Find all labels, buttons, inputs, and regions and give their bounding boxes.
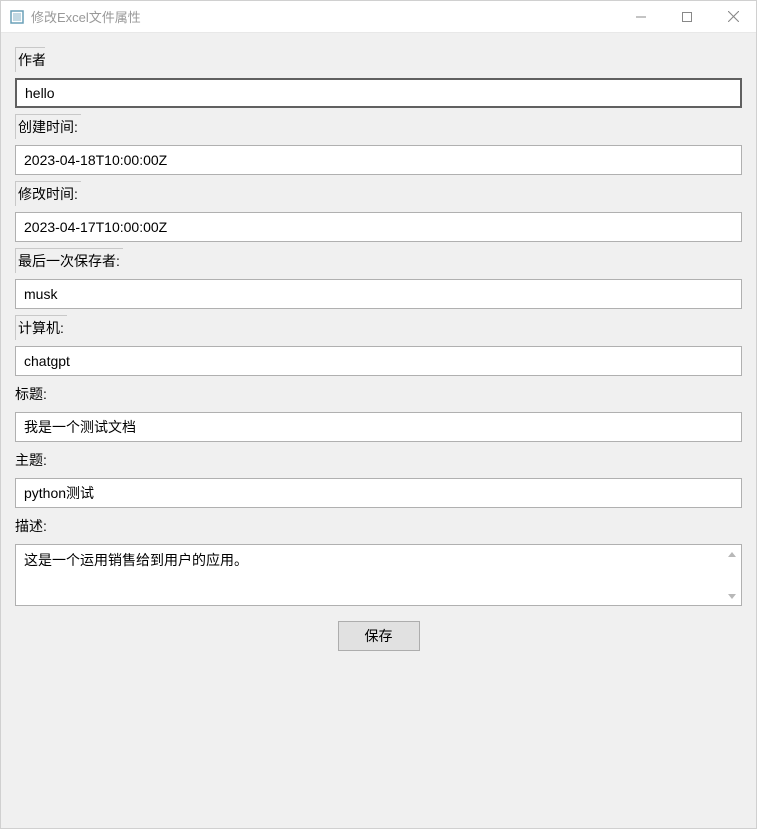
last-saved-by-label: 最后一次保存者:: [15, 248, 123, 273]
app-window: 修改Excel文件属性 作者: 创建时间: 修改时间: 最后一次保存者: 计算机…: [0, 0, 757, 829]
subject-input[interactable]: [15, 478, 742, 508]
form-area: 作者: 创建时间: 修改时间: 最后一次保存者: 计算机: 标题: 主题: 描述…: [1, 33, 756, 828]
computer-label: 计算机:: [15, 315, 67, 340]
created-label: 创建时间:: [15, 114, 81, 139]
save-button[interactable]: 保存: [338, 621, 420, 651]
description-wrap: [15, 544, 742, 609]
subject-label: 主题:: [15, 448, 742, 472]
title-label: 标题:: [15, 382, 742, 406]
close-button[interactable]: [710, 1, 756, 32]
scroll-down-icon[interactable]: [723, 588, 740, 605]
window-controls: [618, 1, 756, 32]
modified-label: 修改时间:: [15, 181, 81, 206]
computer-input[interactable]: [15, 346, 742, 376]
window-title: 修改Excel文件属性: [31, 7, 618, 26]
modified-input[interactable]: [15, 212, 742, 242]
author-label: 作者:: [15, 47, 45, 72]
minimize-button[interactable]: [618, 1, 664, 32]
author-input[interactable]: [15, 78, 742, 108]
description-label: 描述:: [15, 514, 742, 538]
title-input[interactable]: [15, 412, 742, 442]
titlebar: 修改Excel文件属性: [1, 1, 756, 33]
maximize-button[interactable]: [664, 1, 710, 32]
scroll-up-icon[interactable]: [723, 546, 740, 563]
app-icon: [9, 9, 25, 25]
description-input[interactable]: [15, 544, 742, 606]
created-input[interactable]: [15, 145, 742, 175]
button-row: 保存: [15, 621, 742, 651]
last-saved-by-input[interactable]: [15, 279, 742, 309]
